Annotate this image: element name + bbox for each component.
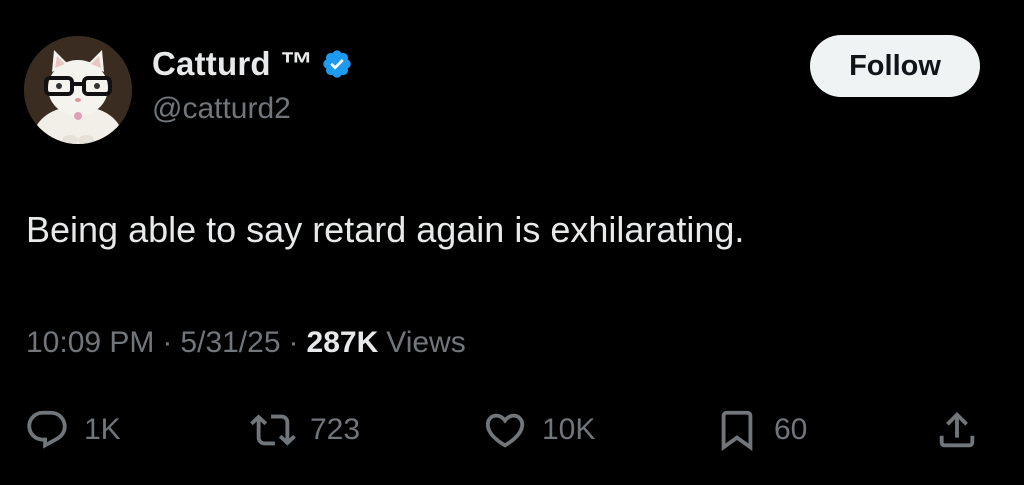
retweet-count: 723 [310,413,361,446]
tweet-card: Catturd ™ @catturd2 Follow Being able to… [0,0,1024,485]
bookmark-icon [721,410,753,451]
reply-count: 1K [84,413,121,446]
like-button[interactable]: 10K [482,400,595,460]
tweet-date[interactable]: 5/31/25 [180,326,280,360]
heart-icon [485,413,525,448]
views-label: Views [386,326,466,359]
tweet-meta: 10:09 PM · 5/31/25 · 287K Views [26,326,466,360]
follow-button[interactable]: Follow [810,35,980,97]
avatar[interactable] [24,36,132,144]
cat-avatar-image [24,36,132,144]
reply-button[interactable]: 1K [24,400,121,460]
author-display-name[interactable]: Catturd ™ [152,45,313,83]
share-button[interactable] [934,400,980,460]
author-handle[interactable]: @catturd2 [152,92,291,126]
like-count: 10K [542,413,596,446]
author-name-row: Catturd ™ [152,42,353,86]
retweet-button[interactable]: 723 [250,400,360,460]
meta-separator: · [288,326,299,359]
verified-badge-icon[interactable] [321,48,353,80]
bookmark-button[interactable]: 60 [714,400,807,460]
share-icon [939,411,975,448]
tweet-text: Being able to say retard again is exhila… [26,209,745,250]
views-count: 287K [306,326,379,359]
tweet-actions: 1K 723 10K 60 [0,400,1024,460]
reply-icon [27,410,67,449]
tweet-time[interactable]: 10:09 PM [26,326,154,360]
meta-separator: · [162,326,173,359]
bookmark-count: 60 [774,413,808,446]
retweet-icon [250,414,296,446]
